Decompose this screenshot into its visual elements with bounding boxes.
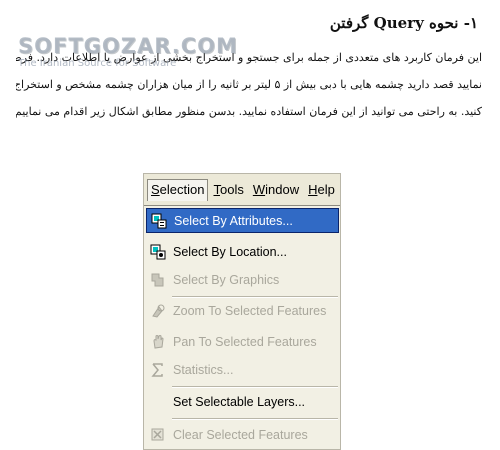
menu-selection[interactable]: Selection xyxy=(147,178,209,201)
menu-item-label: Select By Attributes... xyxy=(174,213,293,228)
menu-window[interactable]: Window xyxy=(249,179,303,200)
select-by-location-icon xyxy=(149,243,167,261)
menu-item-label: Clear Selected Features xyxy=(173,427,308,442)
body-paragraph: این فرمان کاربرد های متعددی از جمله برای… xyxy=(16,44,482,125)
menu-bar: Selection Tools Window Help xyxy=(144,174,340,205)
menu-item-label: Select By Graphics xyxy=(173,272,280,287)
statistics-icon xyxy=(149,361,167,379)
menu-help[interactable]: Help xyxy=(304,179,339,200)
menu-item-label: Select By Location... xyxy=(173,244,287,259)
menu-tools[interactable]: Tools xyxy=(209,179,247,200)
zoom-to-selected-icon xyxy=(149,302,167,320)
menu-item-pan-to-selected[interactable]: Pan To Selected Features xyxy=(146,329,339,354)
menu-item-select-by-attributes[interactable]: Select By Attributes... xyxy=(146,208,339,233)
menu-item-label: Statistics... xyxy=(173,362,234,377)
paragraph-line: این فرمان کاربرد های متعددی از جمله برای… xyxy=(16,51,482,64)
selection-dropdown: Select By Attributes... Select By Locati… xyxy=(144,205,340,449)
menu-item-zoom-to-selected[interactable]: Zoom To Selected Features xyxy=(146,298,339,323)
menu-separator xyxy=(172,418,338,420)
menu-item-label: Pan To Selected Features xyxy=(173,334,317,349)
menu-separator xyxy=(172,386,338,388)
menu-item-label: Zoom To Selected Features xyxy=(173,303,327,318)
select-by-attributes-icon xyxy=(150,212,168,230)
paragraph-line: کنید. به راحتی می توانید از این فرمان اس… xyxy=(16,105,482,118)
menu-item-clear-selected[interactable]: Clear Selected Features xyxy=(146,422,339,447)
menu-item-set-selectable-layers[interactable]: Set Selectable Layers... xyxy=(146,389,339,414)
menu-item-select-by-graphics[interactable]: Select By Graphics xyxy=(146,267,339,292)
pan-to-selected-icon xyxy=(149,333,167,351)
paragraph-line: نمایید قصد دارید چشمه هایی با دبی بیش از… xyxy=(16,78,482,91)
menu-item-statistics[interactable]: Statistics... xyxy=(146,357,339,382)
menu-item-label: Set Selectable Layers... xyxy=(173,394,306,409)
section-heading: ۱- نحوه Query گرفتن xyxy=(329,14,478,32)
menu-screenshot: Selection Tools Window Help Select By At… xyxy=(143,173,341,450)
select-by-graphics-icon xyxy=(149,271,167,289)
clear-selected-icon xyxy=(149,426,167,444)
menu-item-select-by-location[interactable]: Select By Location... xyxy=(146,239,339,264)
